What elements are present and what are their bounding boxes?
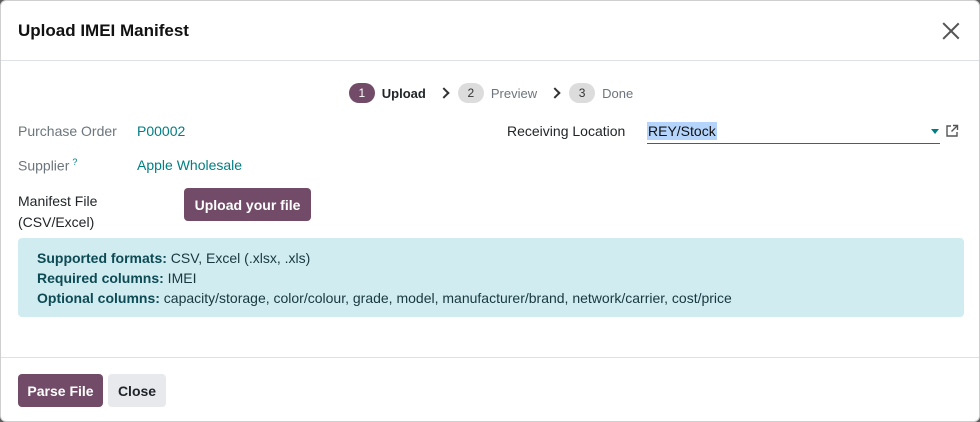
- receiving-location-label: Receiving Location: [507, 123, 626, 139]
- dialog-title: Upload IMEI Manifest: [18, 20, 189, 40]
- step-label: Preview: [490, 85, 538, 101]
- step-label: Upload: [381, 85, 426, 101]
- required-columns-value: IMEI: [163, 270, 197, 286]
- supplier-link[interactable]: Apple Wholesale: [137, 157, 242, 173]
- purchase-order-link[interactable]: P00002: [137, 123, 185, 139]
- optional-columns-row: Optional columns: capacity/storage, colo…: [37, 288, 945, 308]
- info-alert: Supported formats: CSV, Excel (.xlsx, .x…: [18, 238, 964, 317]
- step-label: Done: [602, 85, 634, 101]
- upload-imei-dialog: Upload IMEI Manifest 1 Upload 2 Preview …: [0, 0, 980, 422]
- dialog-footer: Parse File Close: [1, 357, 979, 421]
- step-number: 1: [348, 83, 375, 103]
- caret-down-icon[interactable]: [931, 129, 939, 134]
- optional-columns-value: capacity/storage, color/colour, grade, m…: [159, 290, 732, 306]
- dialog-header: Upload IMEI Manifest: [1, 1, 979, 61]
- manifest-label-line1: Manifest File: [18, 193, 98, 209]
- step-preview: 2 Preview: [457, 83, 538, 103]
- supplier-label-text: Supplier: [18, 157, 70, 174]
- step-number: 3: [569, 83, 596, 103]
- chevron-right-icon: [438, 87, 450, 99]
- supported-formats-row: Supported formats: CSV, Excel (.xlsx, .x…: [37, 248, 945, 268]
- receiving-location-select[interactable]: REY/Stock: [647, 119, 940, 144]
- upload-file-button[interactable]: Upload your file: [184, 188, 311, 221]
- external-link-icon[interactable]: [945, 124, 959, 138]
- close-button[interactable]: Close: [108, 374, 166, 407]
- step-upload: 1 Upload: [348, 83, 426, 103]
- purchase-order-label: Purchase Order: [18, 123, 117, 139]
- supplier-label: Supplier?: [18, 157, 77, 174]
- step-done: 3 Done: [569, 83, 633, 103]
- required-columns-row: Required columns: IMEI: [37, 268, 945, 288]
- required-columns-label: Required columns:: [37, 270, 164, 286]
- close-icon[interactable]: [942, 22, 960, 40]
- parse-file-button[interactable]: Parse File: [18, 374, 103, 407]
- optional-columns-label: Optional columns:: [37, 290, 160, 306]
- manifest-file-label: Manifest File (CSV/Excel): [18, 191, 97, 233]
- wizard-steps: 1 Upload 2 Preview 3 Done: [1, 83, 979, 103]
- help-icon[interactable]: ?: [72, 157, 77, 167]
- manifest-label-line2: (CSV/Excel): [18, 214, 95, 230]
- chevron-right-icon: [549, 87, 561, 99]
- supported-formats-value: CSV, Excel (.xlsx, .xls): [166, 250, 311, 266]
- step-number: 2: [457, 83, 484, 103]
- supported-formats-label: Supported formats:: [37, 250, 167, 266]
- receiving-location-value[interactable]: REY/Stock: [647, 122, 717, 140]
